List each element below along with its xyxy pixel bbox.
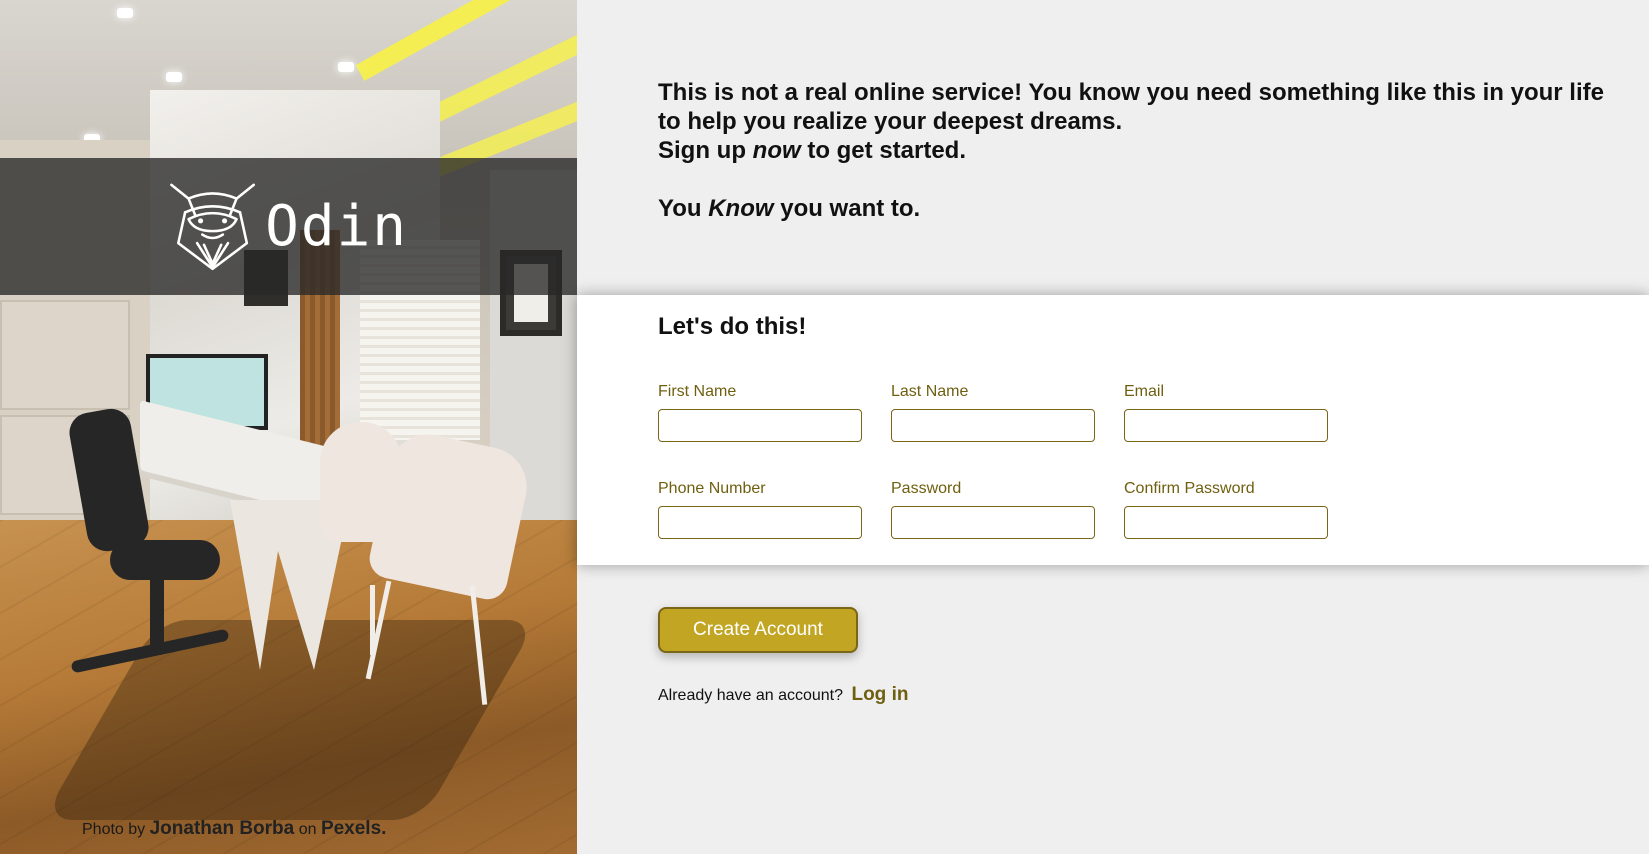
create-account-button[interactable]: Create Account bbox=[658, 607, 858, 653]
viking-dog-icon bbox=[170, 183, 255, 271]
signup-form: Let's do this! First Name Last Name Emai… bbox=[577, 295, 1649, 565]
confirm-password-group: Confirm Password bbox=[1124, 480, 1328, 539]
photo-spotlight bbox=[338, 62, 354, 72]
password-group: Password bbox=[891, 480, 1095, 539]
photo-site: Pexels. bbox=[320, 818, 387, 839]
login-prompt-row: Already have an account? Log in bbox=[658, 684, 908, 706]
photo-author: Jonathan Borba bbox=[149, 818, 295, 839]
last-name-input[interactable] bbox=[891, 409, 1095, 442]
password-label: Password bbox=[891, 480, 962, 497]
brand-name: Odin bbox=[265, 193, 408, 259]
confirm-password-input[interactable] bbox=[1124, 506, 1328, 539]
last-name-group: Last Name bbox=[891, 383, 1095, 442]
last-name-label: Last Name bbox=[891, 383, 969, 400]
phone-input[interactable] bbox=[658, 506, 862, 539]
photo-credit: Photo by Jonathan Borba on Pexels. bbox=[82, 818, 387, 839]
email-label: Email bbox=[1124, 383, 1165, 400]
form-title: Let's do this! bbox=[658, 313, 807, 340]
email-input[interactable] bbox=[1124, 409, 1328, 442]
login-prompt: Already have an account? bbox=[658, 687, 844, 704]
email-group: Email bbox=[1124, 383, 1328, 442]
login-link[interactable]: Log in bbox=[851, 684, 908, 705]
photo-spotlight bbox=[117, 8, 133, 18]
phone-label: Phone Number bbox=[658, 480, 766, 497]
phone-group: Phone Number bbox=[658, 480, 862, 539]
photo-wall-panel bbox=[0, 300, 130, 410]
first-name-group: First Name bbox=[658, 383, 862, 442]
brand-logo: Odin bbox=[168, 174, 408, 278]
photo-office-chair-seat bbox=[110, 540, 220, 580]
intro-text: This is not a real online service! You k… bbox=[658, 79, 1604, 222]
password-input[interactable] bbox=[891, 506, 1095, 539]
first-name-input[interactable] bbox=[658, 409, 862, 442]
photo-spotlight bbox=[166, 72, 182, 82]
first-name-label: First Name bbox=[658, 383, 737, 400]
confirm-password-label: Confirm Password bbox=[1124, 480, 1255, 497]
hero-photo: Odin Photo by Jonathan Borba on Pexels. bbox=[0, 0, 577, 854]
